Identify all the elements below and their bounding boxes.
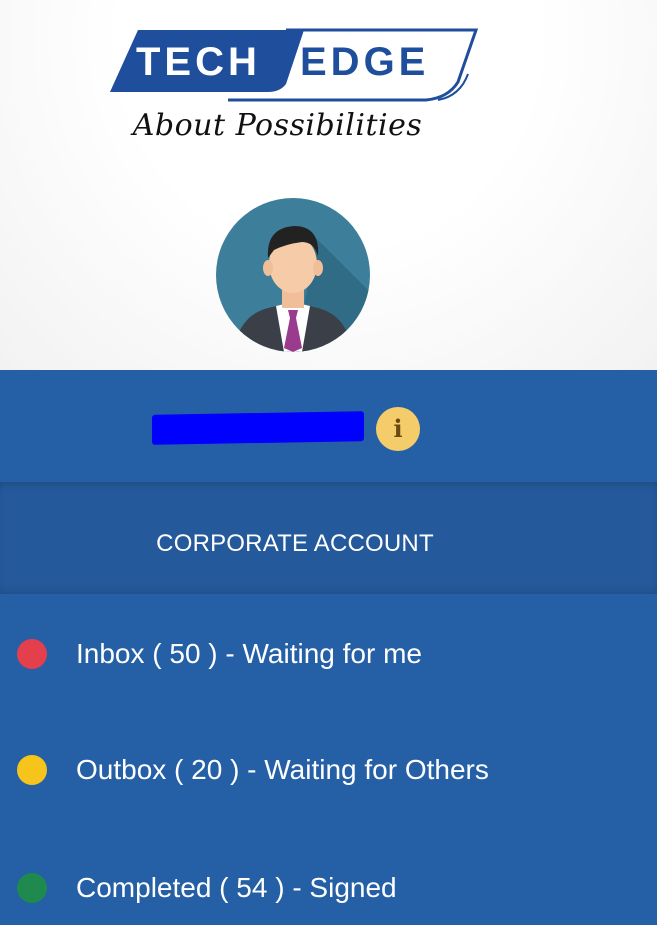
menu-item-outbox[interactable]: Outbox ( 20 ) - Waiting for Others [0,740,657,800]
menu-item-outbox-label: Outbox ( 20 ) - Waiting for Others [76,754,489,785]
username-redacted [152,411,364,445]
account-type-band: CORPORATE ACCOUNT [0,482,657,594]
sidebar-panel: TECH EDGE About Possibilities i CORPORAT… [0,0,657,925]
user-row: i [0,370,657,482]
businessman-avatar-icon[interactable] [216,198,370,352]
menu-item-inbox[interactable]: Inbox ( 50 ) - Waiting for me [0,624,657,684]
account-type-label: CORPORATE ACCOUNT [156,530,434,557]
status-dot-red [17,639,47,669]
status-dot-green [17,873,47,903]
techedge-logo: TECH EDGE [110,28,479,102]
menu-item-inbox-label: Inbox ( 50 ) - Waiting for me [76,638,422,669]
brand-header: TECH EDGE About Possibilities [0,0,657,370]
brand-tagline: About Possibilities [132,108,423,143]
navigation-panel: i CORPORATE ACCOUNT Inbox ( 50 ) - Waiti… [0,370,657,925]
logo-text-edge: EDGE [300,40,429,84]
menu-item-completed[interactable]: Completed ( 54 ) - Signed [0,858,657,918]
menu-item-completed-label: Completed ( 54 ) - Signed [76,872,397,903]
status-dot-yellow [17,755,47,785]
info-icon[interactable]: i [376,407,420,451]
logo-text-tech: TECH [136,40,261,84]
